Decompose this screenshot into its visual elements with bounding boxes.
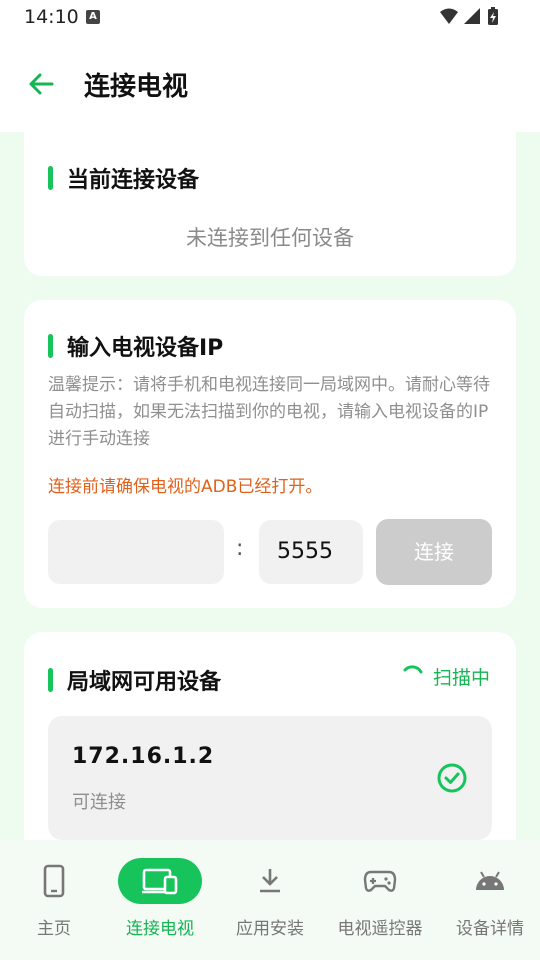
- gamepad-icon: [338, 858, 422, 904]
- android-icon: [448, 858, 532, 904]
- loading-spinner-icon: [403, 665, 423, 674]
- device-status: 可连接: [72, 792, 126, 813]
- bottom-navigation: 主页 连接电视 应用安装 电视遥控器 设备详情: [0, 840, 540, 960]
- adb-warning: 连接前请确保电视的ADB已经打开。: [48, 477, 323, 497]
- lan-devices-card: 局域网可用设备 扫描中 172.16.1.2 可连接: [24, 632, 516, 840]
- ip-input-card: 输入电视设备IP 温馨提示：请将手机和电视连接同一局域网中。请耐心等待自动扫描，…: [24, 300, 516, 608]
- devices-icon: [118, 858, 202, 904]
- no-device-text: 未连接到任何设备: [186, 226, 354, 250]
- scan-label: 扫描中: [432, 666, 490, 689]
- back-button[interactable]: [22, 64, 62, 104]
- page-title: 连接电视: [84, 72, 189, 102]
- notification-icon: A: [86, 10, 100, 24]
- wifi-signal-battery-icon: [440, 7, 498, 25]
- current-device-title: 当前连接设备: [67, 168, 200, 193]
- status-time: 14:10: [24, 6, 79, 28]
- download-icon: [228, 858, 312, 904]
- scan-status: 扫描中: [399, 662, 490, 690]
- ip-address-input[interactable]: [48, 520, 224, 584]
- accent-bar: [48, 668, 53, 692]
- card-header: 输入电视设备IP: [48, 330, 223, 362]
- hint-text: 温馨提示：请将手机和电视连接同一局域网中。请耐心等待自动扫描，如果无法扫描到你的…: [48, 375, 490, 449]
- lan-card-title: 局域网可用设备: [67, 670, 222, 695]
- app-bar: 连接电视: [0, 34, 540, 132]
- phone-icon: [12, 858, 96, 904]
- nav-label: 设备详情: [456, 919, 524, 939]
- connect-button[interactable]: 连接: [376, 519, 492, 585]
- accent-bar: [48, 166, 53, 190]
- list-item[interactable]: 172.16.1.2 可连接: [48, 716, 492, 840]
- device-ip: 172.16.1.2: [72, 744, 215, 769]
- ip-card-title: 输入电视设备IP: [67, 336, 224, 361]
- colon-separator: :: [236, 536, 244, 561]
- arrow-left-icon: [29, 73, 54, 95]
- port-input[interactable]: 5555: [259, 520, 363, 584]
- card-header: 当前连接设备: [48, 162, 199, 194]
- status-bar: 14:10 A: [0, 0, 540, 34]
- status-icons: [438, 6, 502, 32]
- accent-bar: [48, 334, 53, 358]
- nav-label: 连接电视: [126, 919, 194, 939]
- nav-label: 电视遥控器: [337, 919, 423, 939]
- nav-label: 主页: [37, 919, 71, 939]
- current-device-card: 当前连接设备 未连接到任何设备: [24, 132, 516, 276]
- nav-label: 应用安装: [236, 919, 304, 939]
- check-circle-icon: [437, 763, 467, 793]
- card-header: 局域网可用设备: [48, 664, 221, 696]
